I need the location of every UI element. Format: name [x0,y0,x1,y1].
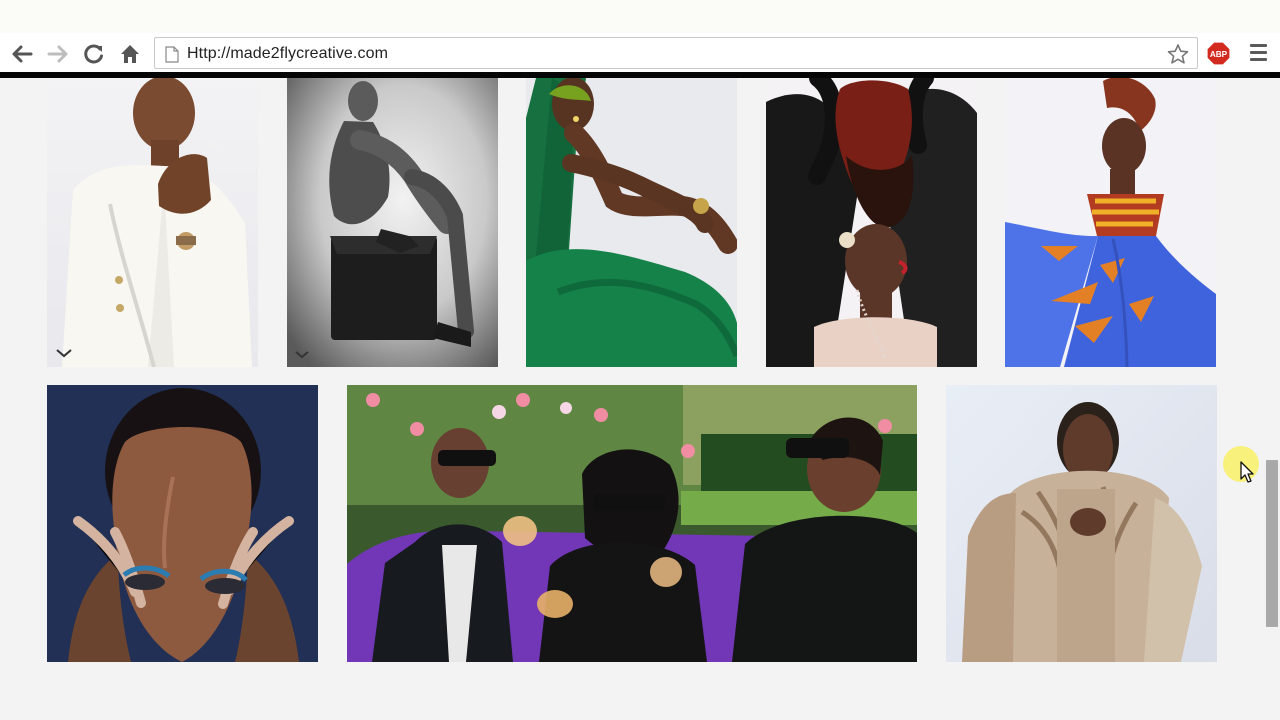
home-icon[interactable] [117,41,143,67]
vertical-scrollbar-thumb[interactable] [1266,460,1278,627]
page-icon [165,46,179,68]
star-icon[interactable] [1167,43,1189,70]
browser-window: Http://made2flycreative.com ABP [0,0,1280,720]
back-arrow-icon[interactable] [9,41,35,67]
forward-arrow-icon[interactable] [45,41,71,67]
hamburger-menu-icon[interactable] [1250,44,1270,64]
gallery-photo-1[interactable] [47,78,258,367]
gallery-photo-4[interactable] [766,78,977,367]
gallery-photo-8[interactable] [946,385,1217,662]
url-text: Http://made2flycreative.com [187,45,388,62]
gallery-photo-7[interactable] [347,385,917,662]
abp-label: ABP [1210,50,1228,59]
gallery-photo-2[interactable] [287,78,498,367]
gallery-photo-6[interactable] [47,385,318,662]
reload-icon[interactable] [81,41,107,67]
gallery-photo-3[interactable] [526,78,737,367]
mouse-cursor-icon [1240,461,1254,488]
photo-gallery [0,78,1280,720]
abp-icon[interactable]: ABP [1206,41,1231,66]
gallery-photo-5[interactable] [1005,78,1216,367]
address-bar[interactable]: Http://made2flycreative.com [154,37,1198,69]
browser-tab-strip [0,0,1280,33]
